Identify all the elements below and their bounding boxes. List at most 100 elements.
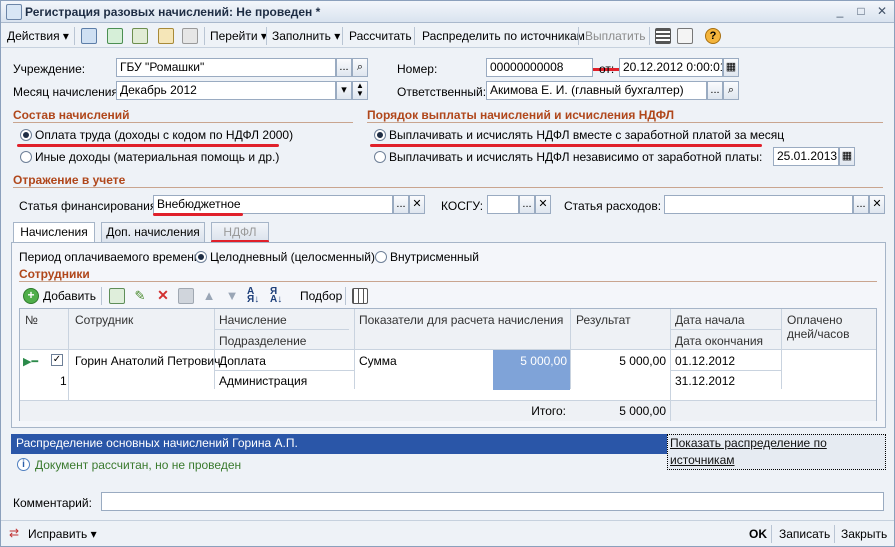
- refresh-icon[interactable]: [107, 28, 123, 44]
- row-result[interactable]: 5 000,00: [576, 354, 666, 368]
- ndfl-radio-independent[interactable]: [374, 151, 386, 163]
- add-button[interactable]: Добавить: [43, 289, 96, 303]
- ndfl-date-field[interactable]: 25.01.2013: [773, 147, 839, 166]
- composition-other-label[interactable]: Иные доходы (материальная помощь и др.): [35, 150, 279, 164]
- period-intrashift-label[interactable]: Внутрисменный: [390, 250, 479, 264]
- help-icon[interactable]: ?: [705, 28, 721, 44]
- table-settings-icon[interactable]: [352, 288, 368, 304]
- ndfl-title: Порядок выплаты начислений и исчисления …: [367, 108, 674, 122]
- comment-field[interactable]: [101, 492, 884, 511]
- period-radio-intrashift[interactable]: [375, 251, 387, 263]
- responsible-select-button[interactable]: ...: [707, 81, 723, 100]
- status-bar: ⇄ Исправить ▾ OK Записать Закрыть: [1, 520, 894, 546]
- finance-clear-icon[interactable]: ✕: [409, 195, 425, 214]
- ndfl-with-salary-label[interactable]: Выплачивать и исчислять НДФЛ вместе с за…: [389, 128, 784, 142]
- composition-radio-salary[interactable]: [20, 129, 32, 141]
- month-dropdown-button[interactable]: ▾: [336, 81, 352, 100]
- month-stepper[interactable]: ▲ ▼: [352, 81, 368, 100]
- fill-menu[interactable]: Заполнить ▾: [272, 28, 340, 45]
- expense-clear-icon[interactable]: ✕: [869, 195, 885, 214]
- structure-icon[interactable]: [655, 28, 671, 44]
- col-employee[interactable]: Сотрудник: [75, 313, 133, 327]
- show-distribution-link[interactable]: Показать распределение по источникам: [667, 434, 886, 470]
- composition-salary-label[interactable]: Оплата труда (доходы с кодом по НДФЛ 200…: [35, 128, 293, 142]
- calendar-icon[interactable]: ▦: [723, 58, 739, 77]
- col-result[interactable]: Результат: [576, 313, 631, 327]
- calculate-button[interactable]: Рассчитать: [349, 28, 412, 45]
- responsible-label: Ответственный:: [397, 85, 487, 99]
- institution-field[interactable]: ГБУ "Ромашки": [116, 58, 336, 77]
- new-doc-icon[interactable]: [81, 28, 97, 44]
- row-accrual[interactable]: Доплата: [219, 354, 266, 368]
- fix-menu[interactable]: Исправить ▾: [28, 527, 97, 541]
- unpost-icon[interactable]: [182, 28, 198, 44]
- row-employee[interactable]: Горин Анатолий Петрович: [75, 354, 220, 368]
- copy-row-icon[interactable]: [109, 288, 125, 304]
- tab-accruals[interactable]: Начисления: [13, 222, 95, 243]
- select-button[interactable]: Подбор: [300, 289, 342, 303]
- kosgu-clear-icon[interactable]: ✕: [535, 195, 551, 214]
- document-icon: [6, 4, 22, 20]
- col-department[interactable]: Подразделение: [219, 334, 306, 348]
- minimize-button[interactable]: _: [831, 4, 849, 20]
- month-field[interactable]: Декабрь 2012: [116, 81, 336, 100]
- period-full-day-label[interactable]: Целодневный (целосменный): [210, 250, 375, 264]
- date-field[interactable]: 20.12.2012 0:00:01: [619, 58, 723, 77]
- fix-icon[interactable]: ⇄: [9, 526, 25, 542]
- col-start-date[interactable]: Дата начала: [675, 313, 745, 327]
- col-end-date[interactable]: Дата окончания: [675, 334, 763, 348]
- col-number[interactable]: №: [25, 313, 38, 327]
- move-up-icon[interactable]: ▲: [201, 288, 217, 304]
- row-checkbox[interactable]: ✓: [51, 354, 63, 366]
- pay-button[interactable]: Выплатить: [585, 28, 646, 45]
- kosgu-field[interactable]: [487, 195, 519, 214]
- checklist-icon[interactable]: [677, 28, 693, 44]
- sort-asc-icon[interactable]: А Я↓: [247, 287, 263, 305]
- col-accrual[interactable]: Начисление: [219, 313, 287, 327]
- composition-radio-other[interactable]: [20, 151, 32, 163]
- institution-select-button[interactable]: ...: [336, 58, 352, 77]
- document-window: Регистрация разовых начислений: Не прове…: [0, 0, 895, 547]
- delete-icon[interactable]: ✕: [155, 288, 171, 304]
- employees-title: Сотрудники: [19, 267, 90, 281]
- period-radio-full-day[interactable]: [195, 251, 207, 263]
- ndfl-radio-with-salary[interactable]: [374, 129, 386, 141]
- tab-extra-accruals[interactable]: Доп. начисления: [101, 222, 205, 242]
- row-indicator[interactable]: Сумма: [359, 354, 397, 368]
- add-icon[interactable]: +: [23, 288, 39, 304]
- col-indicators[interactable]: Показатели для расчета начисления: [359, 313, 563, 327]
- finance-field[interactable]: Внебюджетное: [153, 195, 393, 214]
- end-edit-icon[interactable]: [178, 288, 194, 304]
- edit-icon[interactable]: ✎: [132, 288, 148, 304]
- number-field[interactable]: 00000000008: [486, 58, 593, 77]
- expense-field[interactable]: [664, 195, 853, 214]
- move-down-icon[interactable]: ▼: [224, 288, 240, 304]
- post-icon[interactable]: [158, 28, 174, 44]
- row-indicator-value[interactable]: 5 000,00: [493, 350, 570, 390]
- distribute-button[interactable]: Распределить по источникам: [422, 28, 585, 45]
- col-paid[interactable]: Оплачено дней/часов: [787, 313, 867, 341]
- responsible-search-icon[interactable]: ⌕: [723, 81, 739, 100]
- kosgu-select-button[interactable]: ...: [519, 195, 535, 214]
- responsible-field[interactable]: Акимова Е. И. (главный бухгалтер): [486, 81, 707, 100]
- composition-title: Состав начислений: [13, 108, 130, 122]
- ndfl-calendar-icon[interactable]: ▦: [839, 147, 855, 166]
- goto-menu[interactable]: Перейти ▾: [210, 28, 267, 45]
- ok-button[interactable]: OK: [749, 527, 767, 541]
- close-button[interactable]: ✕: [873, 4, 891, 20]
- institution-search-icon[interactable]: ⌕: [352, 58, 368, 77]
- row-department[interactable]: Администрация: [219, 374, 307, 388]
- table-row[interactable]: ▶━ ✓ 1 Горин Анатолий Петрович Доплата А…: [20, 350, 876, 390]
- row-start-date[interactable]: 01.12.2012: [675, 354, 735, 368]
- maximize-button[interactable]: □: [852, 4, 870, 20]
- expense-select-button[interactable]: ...: [853, 195, 869, 214]
- actions-menu[interactable]: Действия ▾: [7, 28, 69, 45]
- copy-icon[interactable]: [132, 28, 148, 44]
- row-end-date[interactable]: 31.12.2012: [675, 374, 735, 388]
- sort-desc-icon[interactable]: Я А↓: [270, 287, 286, 305]
- ndfl-independent-label[interactable]: Выплачивать и исчислять НДФЛ независимо …: [389, 150, 762, 164]
- save-button[interactable]: Записать: [779, 527, 830, 541]
- tab-ndfl[interactable]: НДФЛ: [211, 222, 269, 242]
- close-form-button[interactable]: Закрыть: [841, 527, 887, 541]
- finance-select-button[interactable]: ...: [393, 195, 409, 214]
